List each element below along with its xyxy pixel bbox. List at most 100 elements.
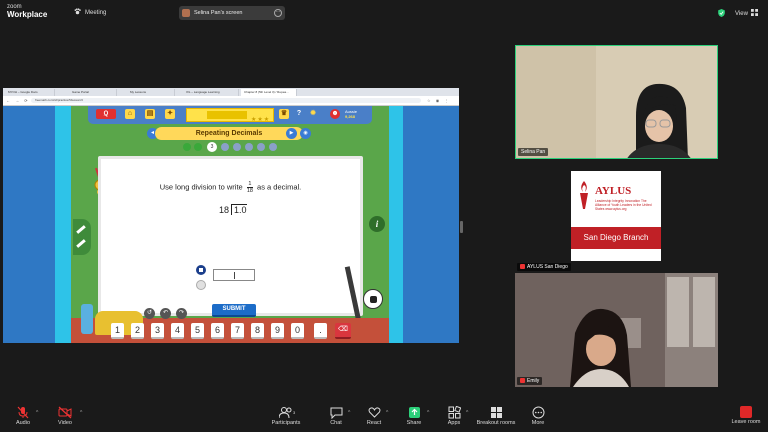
grid-icon	[750, 9, 758, 16]
shared-screen: MYOH – Google Docs Game Portal My Lesson…	[3, 88, 459, 343]
key-6[interactable]: 6	[211, 323, 224, 339]
brand-line2: Workplace	[7, 10, 48, 19]
fraction: 1 18	[246, 181, 253, 194]
key-decimal[interactable]: .	[314, 323, 327, 339]
meeting-label: Meeting	[85, 10, 107, 16]
breakout-rooms-icon	[490, 407, 502, 418]
rewind-icon[interactable]: ↶	[160, 308, 171, 319]
key-5[interactable]: 5	[191, 323, 204, 339]
right-stripe	[389, 106, 403, 343]
chat-button[interactable]: Chat	[316, 406, 356, 426]
leave-room-button[interactable]: Leave room	[728, 406, 764, 425]
breakout-rooms-button[interactable]: Breakout rooms	[474, 406, 518, 426]
key-1[interactable]: 1	[111, 323, 124, 339]
profile-avatar-icon[interactable]: ☻	[330, 109, 340, 119]
url-field[interactable]: freemath.com/ixl/practice/5/lesson/3	[31, 98, 421, 103]
home-logo-icon[interactable]: Q̲	[96, 109, 116, 119]
house-icon[interactable]: ⌂	[125, 109, 135, 119]
apps-options-caret[interactable]: ^	[466, 410, 468, 416]
key-7[interactable]: 7	[231, 323, 244, 339]
star-rating-icon: ★★★	[251, 117, 271, 123]
browser-tab[interactable]: MYOH – Google Docs	[5, 89, 55, 96]
mic-muted-icon	[520, 378, 525, 383]
settings-gear-icon[interactable]: ✹	[308, 109, 318, 119]
keyboard-toggle[interactable]	[196, 280, 206, 290]
redo-icon[interactable]: ↷	[176, 308, 187, 319]
book-icon[interactable]: ▤	[145, 109, 155, 119]
meeting-controls: Audio ^ Video ^ Participants 3 Chat ^ Re…	[0, 404, 768, 432]
more-icon	[532, 406, 544, 419]
browser-tab[interactable]: My Lessons	[127, 89, 175, 96]
play-icon[interactable]: ▶	[286, 128, 297, 139]
share-options-caret[interactable]: ^	[427, 410, 429, 416]
submit-button[interactable]: SUBMIT	[212, 304, 256, 317]
view-button[interactable]: View	[735, 9, 758, 17]
sharer-avatar	[182, 9, 190, 17]
extension-icons[interactable]: ☆ ◉ ⋮	[427, 98, 450, 103]
chat-icon	[330, 407, 342, 419]
video-button[interactable]: Video	[45, 406, 85, 426]
zoom-logo: zoom Workplace	[7, 4, 47, 19]
react-options-caret[interactable]: ^	[386, 410, 388, 416]
split-resize-handle[interactable]	[460, 221, 463, 233]
puzzle-icon[interactable]: ✦	[165, 109, 175, 119]
undo-icon[interactable]: ↺	[144, 308, 155, 319]
browser-tab-strip: MYOH – Google Docs Game Portal My Lesson…	[3, 88, 459, 96]
video-label: Video	[58, 420, 72, 426]
audio-options-caret[interactable]: ^	[36, 410, 38, 416]
browser-address-bar: ← → ⟳ freemath.com/ixl/practice/5/lesson…	[3, 96, 459, 106]
participants-button[interactable]: Participants	[266, 406, 306, 426]
dividend: 1.0	[231, 204, 247, 215]
browser-tab[interactable]: Game Portal	[69, 89, 117, 96]
browser-tab[interactable]: IXL – Language Learning	[183, 89, 239, 96]
participant-name: AYLUS San Diego	[527, 264, 568, 270]
progress-dot-done	[183, 143, 191, 151]
backspace-key[interactable]: ⌫	[335, 323, 351, 339]
info-button[interactable]: i	[369, 216, 385, 232]
progress-dot	[221, 143, 229, 151]
scratch-tools[interactable]	[73, 219, 91, 255]
aylus-logo: AYLUS Leadership Integrity Innovation Th…	[571, 171, 661, 261]
key-4[interactable]: 4	[171, 323, 184, 339]
react-button[interactable]: React	[354, 406, 394, 426]
audio-icon[interactable]: ◉	[300, 128, 311, 139]
screen-share-label: Selina Pan's screen	[194, 10, 243, 16]
chat-options-caret[interactable]: ^	[348, 410, 350, 416]
trophy-icon[interactable]: ♛	[279, 109, 289, 119]
question-text: Use long division to write 1 18 as a deci…	[101, 181, 360, 194]
key-9[interactable]: 9	[271, 323, 284, 339]
screen-share-pill[interactable]: Selina Pan's screen ···	[179, 6, 285, 20]
answer-input[interactable]	[213, 269, 255, 281]
browser-tab-active[interactable]: Chapter 8 (5th Level 3) / Repea...	[241, 89, 297, 96]
aylus-subtitle: Leadership Integrity Innovation The Alli…	[595, 199, 652, 211]
participant-name-tag: AYLUS San Diego	[517, 263, 571, 271]
fraction-numerator: 1	[246, 181, 253, 188]
video-options-caret[interactable]: ^	[80, 410, 82, 416]
progress-dot	[233, 143, 241, 151]
heart-icon	[368, 407, 380, 418]
mic-muted-icon	[17, 406, 29, 419]
stop-button[interactable]	[196, 265, 206, 275]
progress-dot	[257, 143, 265, 151]
video-tile-emily[interactable]: Emily	[515, 273, 718, 387]
security-shield-icon[interactable]	[718, 9, 725, 17]
video-tile-aylus[interactable]: AYLUS Leadership Integrity Innovation Th…	[515, 159, 718, 273]
key-8[interactable]: 8	[251, 323, 264, 339]
help-icon[interactable]: ?	[294, 109, 304, 119]
more-options-icon[interactable]: ···	[274, 9, 282, 17]
meeting-info-button[interactable]: Meeting	[74, 8, 106, 16]
audio-button[interactable]: Audio	[3, 406, 43, 426]
user-info: Aussie 9,268	[345, 109, 357, 119]
key-3[interactable]: 3	[151, 323, 164, 339]
key-2[interactable]: 2	[131, 323, 144, 339]
more-button[interactable]: More	[518, 406, 558, 426]
breakout-label: Breakout rooms	[476, 420, 516, 426]
video-tile-selina[interactable]: Selina Pan	[515, 45, 718, 159]
browser-nav-icons[interactable]: ← → ⟳	[6, 98, 30, 103]
fraction-denominator: 18	[246, 188, 253, 194]
share-button[interactable]: Share	[394, 406, 434, 426]
aylus-title: AYLUS	[595, 185, 632, 197]
key-0[interactable]: 0	[291, 323, 304, 339]
apps-button[interactable]: Apps	[434, 406, 474, 426]
progress-dot	[269, 143, 277, 151]
